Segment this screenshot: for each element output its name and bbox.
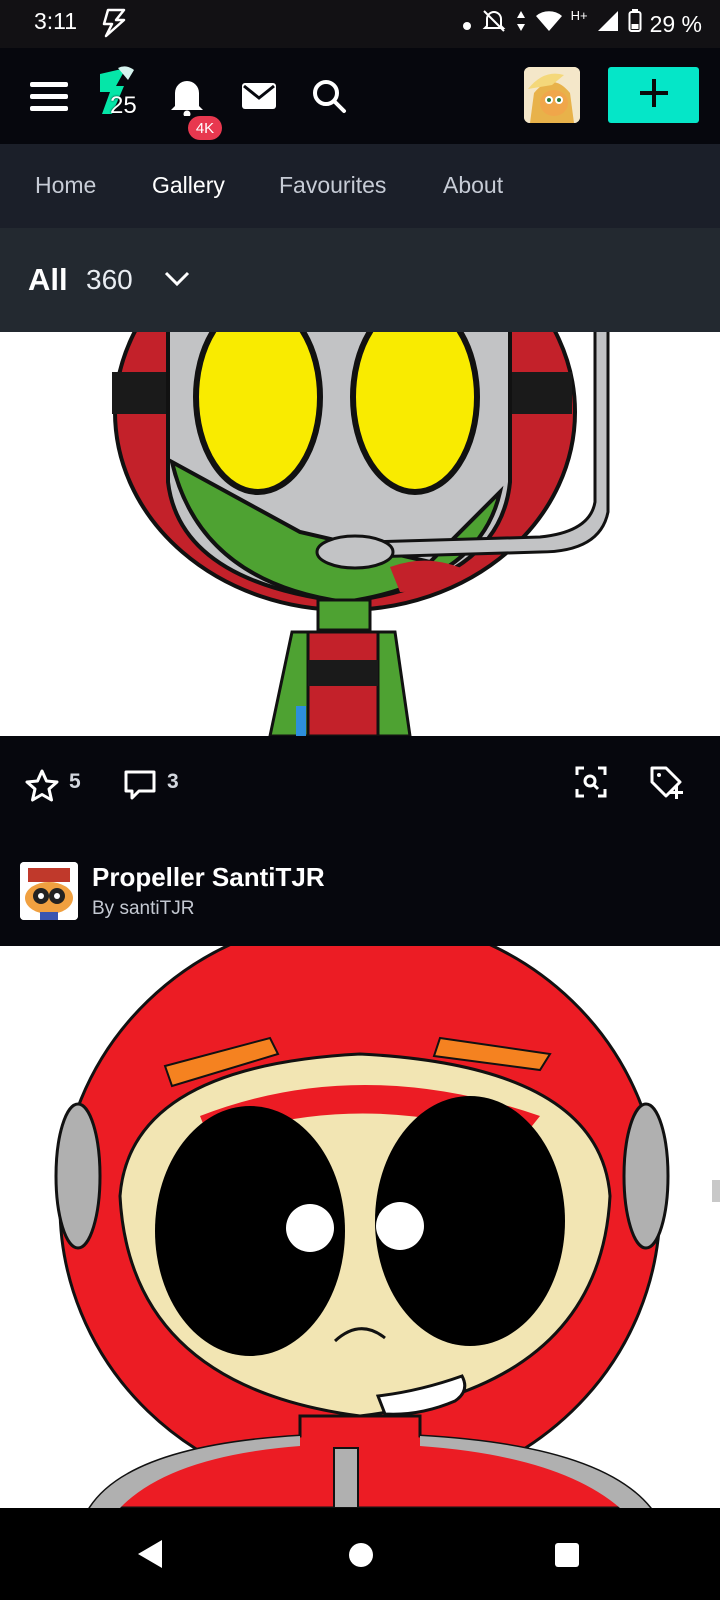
plus-icon xyxy=(639,78,669,113)
back-icon[interactable] xyxy=(136,1538,164,1575)
data-arrows-icon xyxy=(515,9,527,39)
tab-home[interactable]: Home xyxy=(35,172,96,199)
bell-icon[interactable] xyxy=(170,76,204,121)
network-type-label: H+ xyxy=(570,7,588,23)
mail-icon[interactable] xyxy=(241,81,277,116)
battery-icon xyxy=(628,9,642,39)
battery-percent: 29 % xyxy=(649,10,702,37)
wifi-icon xyxy=(535,9,563,39)
status-icons: H+ 29 % xyxy=(461,8,702,40)
signal-icon xyxy=(596,9,620,39)
comment-count: 3 xyxy=(167,770,179,793)
filter-label: All xyxy=(28,262,68,297)
chevron-down-icon[interactable] xyxy=(164,270,190,293)
add-tag-icon[interactable] xyxy=(648,764,686,805)
profile-tabs: Home Gallery Favourites About xyxy=(0,144,720,228)
user-avatar[interactable] xyxy=(524,67,580,123)
create-button[interactable] xyxy=(608,67,699,123)
artwork-image-2[interactable] xyxy=(0,946,720,1508)
menu-icon[interactable] xyxy=(30,80,68,117)
status-time: 3:11 xyxy=(34,8,78,34)
gallery-filter[interactable]: All 360 xyxy=(0,228,720,332)
filter-count: 360 xyxy=(86,264,133,295)
search-icon[interactable] xyxy=(311,78,347,119)
comment-icon[interactable] xyxy=(123,768,157,807)
post-title[interactable]: Propeller SantiTJR xyxy=(92,862,325,893)
logo-number: 25 xyxy=(110,92,137,119)
recents-icon[interactable] xyxy=(554,1542,580,1573)
post-header[interactable]: Propeller SantiTJR By santiTJR xyxy=(0,840,720,946)
mute-bell-icon xyxy=(481,8,507,40)
charging-bolt-icon xyxy=(100,8,128,43)
author-avatar[interactable] xyxy=(20,862,78,920)
post-author[interactable]: By santiTJR xyxy=(92,898,194,920)
notification-badge: 4K xyxy=(188,116,222,140)
home-icon[interactable] xyxy=(348,1542,374,1573)
zoom-icon[interactable] xyxy=(575,766,607,803)
system-nav-bar xyxy=(0,1508,720,1600)
star-icon[interactable] xyxy=(24,768,60,809)
dot-icon xyxy=(461,11,473,38)
status-bar: 3:11 H+ 29 % xyxy=(0,0,720,48)
artwork-image-1[interactable] xyxy=(0,332,720,736)
favourite-count: 5 xyxy=(69,770,81,793)
post-actions: 5 3 xyxy=(0,736,720,840)
tab-about[interactable]: About xyxy=(443,172,503,199)
tab-favourites[interactable]: Favourites xyxy=(279,172,386,199)
tab-gallery[interactable]: Gallery xyxy=(152,172,225,199)
